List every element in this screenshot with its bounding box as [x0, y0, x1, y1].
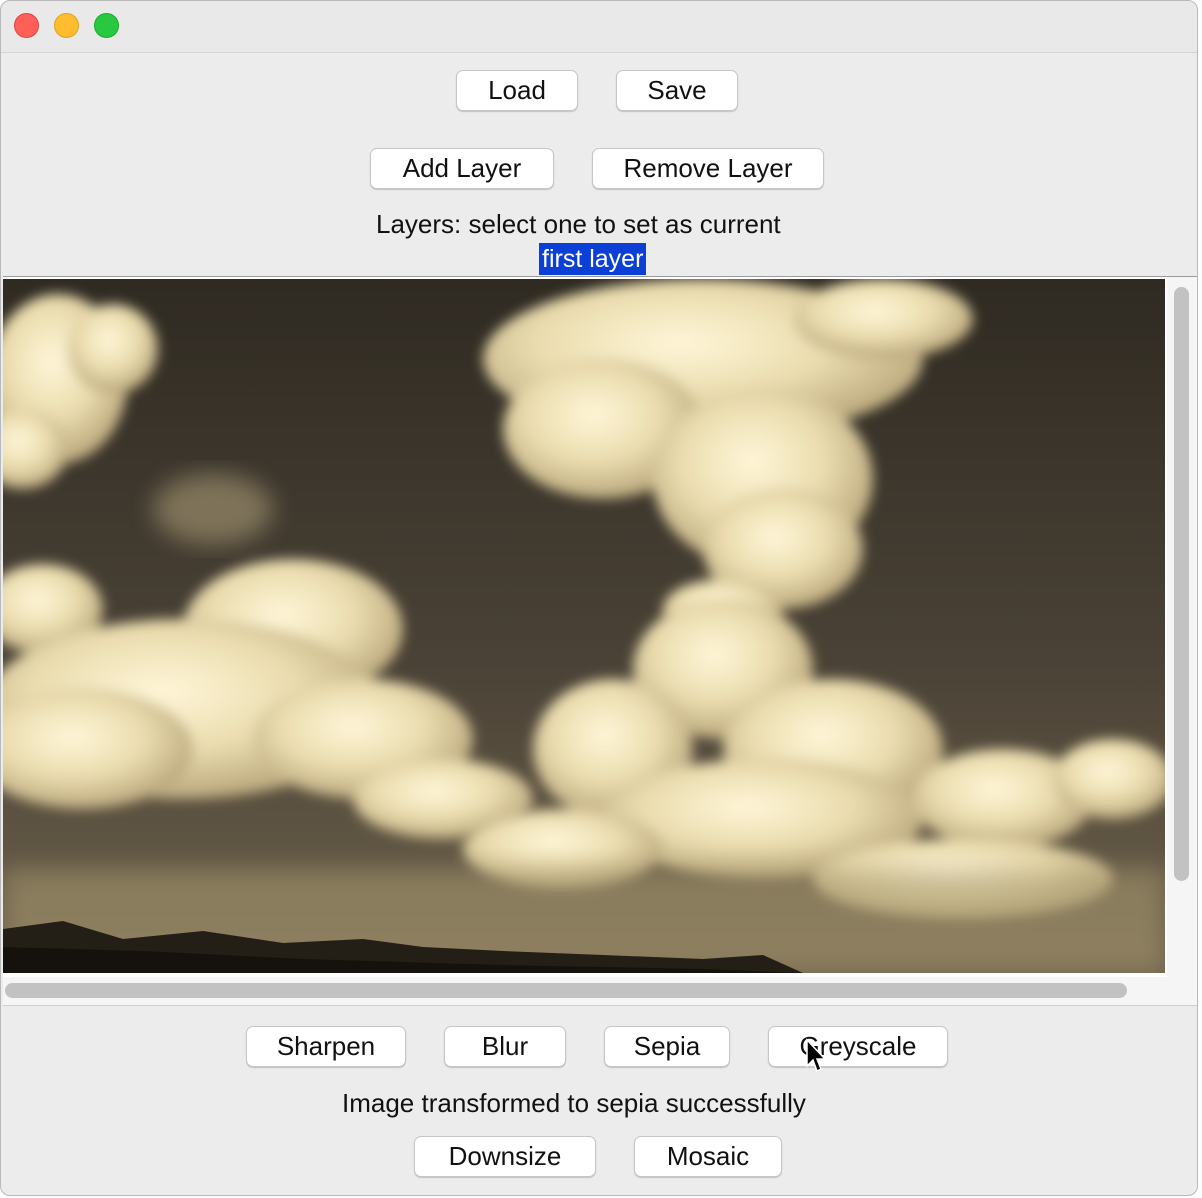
- downsize-button[interactable]: Downsize: [414, 1136, 596, 1177]
- save-button[interactable]: Save: [616, 70, 738, 111]
- sepia-clouds-photo-icon: [3, 279, 1165, 973]
- horizontal-scroll-thumb[interactable]: [5, 983, 1127, 998]
- add-layer-button[interactable]: Add Layer: [370, 148, 554, 189]
- image-scroll-pane: [3, 276, 1197, 1006]
- load-button[interactable]: Load: [456, 70, 578, 111]
- greyscale-button[interactable]: Greyscale: [768, 1026, 948, 1067]
- status-message: Image transformed to sepia successfully: [342, 1088, 806, 1118]
- sharpen-button[interactable]: Sharpen: [246, 1026, 406, 1067]
- mouse-pointer-icon: [806, 1038, 827, 1073]
- sepia-button[interactable]: Sepia: [604, 1026, 730, 1067]
- close-window-button[interactable]: [14, 13, 39, 38]
- layer-list-item[interactable]: first layer: [539, 243, 647, 275]
- zoom-window-button[interactable]: [94, 13, 119, 38]
- minimize-window-button[interactable]: [54, 13, 79, 38]
- mosaic-button[interactable]: Mosaic: [634, 1136, 782, 1177]
- layers-instruction: Layers: select one to set as current: [376, 209, 781, 239]
- blur-button[interactable]: Blur: [444, 1026, 566, 1067]
- remove-layer-button[interactable]: Remove Layer: [592, 148, 824, 189]
- vertical-scroll-thumb[interactable]: [1174, 287, 1189, 881]
- vertical-scrollbar[interactable]: [1167, 277, 1197, 977]
- image-canvas: [3, 279, 1165, 973]
- title-bar: [1, 1, 1197, 53]
- app-window: Load Save Add Layer Remove Layer Layers:…: [0, 0, 1198, 1196]
- horizontal-scrollbar[interactable]: [3, 977, 1197, 1005]
